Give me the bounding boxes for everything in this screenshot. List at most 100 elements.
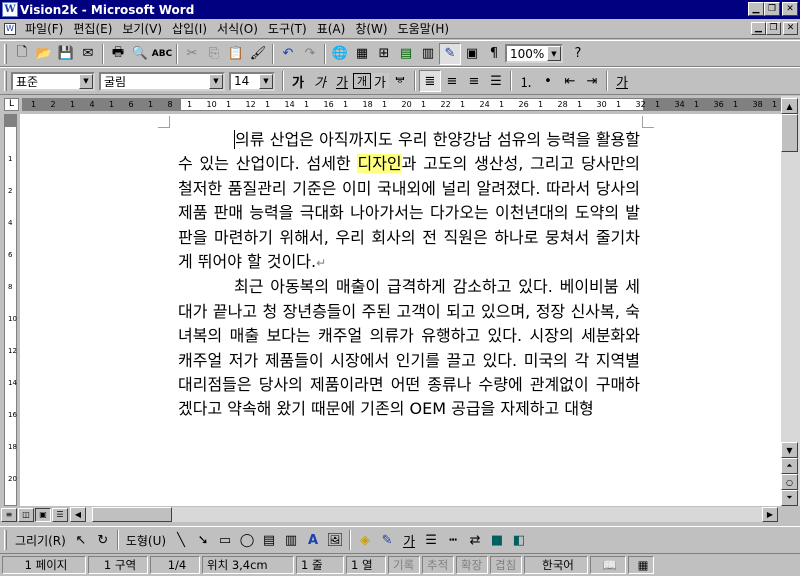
horizontal-scrollbar[interactable]: ◀ ▶: [70, 507, 778, 522]
spelling-status-icon[interactable]: 📖: [590, 556, 626, 574]
align-justify-icon[interactable]: ≣: [419, 70, 441, 92]
numbering-icon[interactable]: ⒈: [515, 70, 537, 92]
insert-table-icon[interactable]: ⊞: [373, 43, 395, 65]
columns-icon[interactable]: ▥: [417, 43, 439, 65]
menu-view[interactable]: 보기(V): [117, 20, 167, 37]
menu-window[interactable]: 창(W): [350, 20, 392, 37]
toolbar-grip[interactable]: [4, 43, 7, 64]
increase-indent-icon[interactable]: ⇥: [581, 70, 603, 92]
scroll-thumb[interactable]: [781, 114, 798, 152]
minimize-button[interactable]: ▁: [748, 2, 764, 16]
chevron-down-icon[interactable]: ▼: [259, 73, 273, 89]
undo-icon[interactable]: ↶: [277, 43, 299, 65]
chevron-down-icon[interactable]: ▼: [209, 73, 223, 89]
draw-menu-button[interactable]: 그리기(R): [11, 532, 70, 549]
normal-view-button[interactable]: ≡: [1, 507, 17, 522]
char-border-button[interactable]: 개: [353, 73, 371, 89]
italic-button[interactable]: 가: [309, 70, 331, 92]
text-box-icon[interactable]: ▤: [258, 529, 280, 551]
status-record[interactable]: 기록: [388, 556, 420, 574]
scroll-right-button[interactable]: ▶: [762, 507, 778, 522]
document-icon[interactable]: W: [4, 22, 16, 35]
document-map-icon[interactable]: ▣: [461, 43, 483, 65]
redo-icon[interactable]: ↷: [299, 43, 321, 65]
insert-excel-icon[interactable]: ▤: [395, 43, 417, 65]
menu-help[interactable]: 도움말(H): [393, 20, 455, 37]
line-color-icon[interactable]: ✎: [376, 529, 398, 551]
email-icon[interactable]: ✉: [77, 43, 99, 65]
copy-icon[interactable]: ⎘: [203, 43, 225, 65]
hyperlink-icon[interactable]: 🌐: [329, 43, 351, 65]
3d-icon[interactable]: ◧: [508, 529, 530, 551]
paste-icon[interactable]: 📋: [225, 43, 247, 65]
menu-tools[interactable]: 도구(T): [263, 20, 312, 37]
spelling-icon[interactable]: ABC: [151, 43, 173, 65]
bold-button[interactable]: 가: [287, 70, 309, 92]
save-icon[interactable]: 💾: [55, 43, 77, 65]
doc-close-button[interactable]: ✕: [783, 22, 798, 35]
horizontal-ruler[interactable]: 1 2 1 4 1 6 1 8 1 10 1 12 1 14 1 16 1 18 1 20 1 22 1 24 1 26 1 28 1 3…: [22, 98, 782, 111]
status-extend[interactable]: 확장: [456, 556, 488, 574]
align-center-icon[interactable]: ≡: [441, 70, 463, 92]
select-objects-icon[interactable]: ↖: [70, 529, 92, 551]
scroll-up-button[interactable]: ▲: [781, 98, 798, 114]
tables-borders-icon[interactable]: ▦: [351, 43, 373, 65]
line-style-icon[interactable]: ☰: [420, 529, 442, 551]
vertical-text-box-icon[interactable]: ▥: [280, 529, 302, 551]
scroll-left-button[interactable]: ◀: [70, 507, 86, 522]
align-right-icon[interactable]: ≡: [463, 70, 485, 92]
select-browse-object-button[interactable]: ○: [781, 474, 798, 490]
font-combo[interactable]: 굴림 ▼: [99, 71, 225, 91]
bullets-icon[interactable]: •: [537, 70, 559, 92]
vertical-scrollbar[interactable]: ▲ ▼ ⏶ ○ ⏷: [781, 96, 800, 506]
help-icon[interactable]: ?: [567, 43, 589, 65]
print-icon[interactable]: 🖶: [107, 43, 129, 65]
document-page[interactable]: 의류 산업은 아직까지도 우리 한양강남 섬유의 능력을 활용할 수 있는 산업…: [20, 114, 781, 506]
free-rotate-icon[interactable]: ↻: [92, 529, 114, 551]
font-size-combo[interactable]: 14 ▼: [229, 71, 275, 91]
zoom-combo[interactable]: 100% ▼: [505, 44, 563, 63]
fill-color-icon[interactable]: ◈: [354, 529, 376, 551]
distributed-align-icon[interactable]: ☰: [485, 70, 507, 92]
print-layout-button[interactable]: ▣: [35, 507, 51, 522]
vertical-ruler[interactable]: 1 2 4 6 8 10 12 14 16 18 20: [0, 114, 20, 506]
chevron-down-icon[interactable]: ▼: [79, 73, 93, 89]
drawing-icon[interactable]: ✎: [439, 42, 461, 65]
arrow-style-icon[interactable]: ⇄: [464, 529, 486, 551]
menu-insert[interactable]: 삽입(I): [167, 20, 212, 37]
wordart-icon[interactable]: A: [302, 529, 324, 551]
menu-edit[interactable]: 편집(E): [68, 20, 117, 37]
format-painter-icon[interactable]: 🖌: [247, 43, 269, 65]
menu-format[interactable]: 서식(O): [212, 20, 263, 37]
word-app-icon[interactable]: W: [2, 2, 18, 17]
font-color-button[interactable]: 가: [611, 70, 633, 92]
shadow-icon[interactable]: ■: [486, 529, 508, 551]
toolbar-grip[interactable]: [4, 530, 7, 550]
arrow-icon[interactable]: ➘: [192, 529, 214, 551]
decrease-indent-icon[interactable]: ⇤: [559, 70, 581, 92]
font-color-draw-button[interactable]: 가: [398, 529, 420, 551]
autoshapes-menu-button[interactable]: 도형(U): [122, 532, 170, 549]
previous-page-button[interactable]: ⏶: [781, 458, 798, 474]
scroll-down-button[interactable]: ▼: [781, 442, 798, 458]
print-preview-icon[interactable]: 🔍: [129, 43, 151, 65]
new-document-icon[interactable]: 🗋: [11, 43, 33, 65]
clip-art-icon[interactable]: 🖼: [324, 529, 346, 551]
oval-icon[interactable]: ◯: [236, 529, 258, 551]
rectangle-icon[interactable]: ▭: [214, 529, 236, 551]
paragraph-2[interactable]: 최근 아동복의 매출이 급격하게 감소하고 있다. 베이비붐 세대가 끝나고 청…: [178, 275, 640, 421]
cut-icon[interactable]: ✂: [181, 43, 203, 65]
status-overtype[interactable]: 겹침: [490, 556, 522, 574]
chevron-down-icon[interactable]: ▼: [547, 46, 561, 61]
outline-view-button[interactable]: ☰: [52, 507, 68, 522]
char-shading-button[interactable]: 가: [371, 73, 389, 91]
menu-table[interactable]: 표(A): [312, 20, 351, 37]
style-combo[interactable]: 표준 ▼: [11, 71, 95, 91]
dash-style-icon[interactable]: ┅: [442, 529, 464, 551]
doc-restore-button[interactable]: ❐: [766, 22, 781, 35]
document-body[interactable]: 의류 산업은 아직까지도 우리 한양강남 섬유의 능력을 활용할 수 있는 산업…: [178, 128, 640, 422]
maximize-button[interactable]: ❐: [764, 2, 780, 16]
menu-file[interactable]: 파일(F): [20, 20, 68, 37]
underline-button[interactable]: 가: [331, 70, 353, 92]
show-hide-icon[interactable]: ¶: [483, 43, 505, 65]
